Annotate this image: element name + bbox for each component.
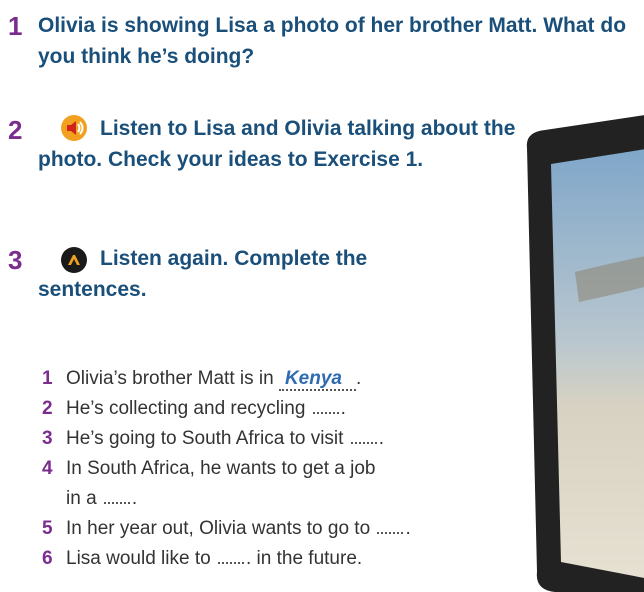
answer-gap[interactable] [217, 548, 244, 564]
answer-gap[interactable] [312, 398, 339, 414]
item-punct: . [131, 488, 138, 509]
exercise-1-number: 1 [8, 11, 23, 41]
exercise-2-number: 2 [8, 115, 23, 145]
item-punct: . [340, 398, 346, 419]
list-item: 2 He’s collecting and recycling . [42, 394, 482, 424]
answer-gap[interactable] [350, 428, 377, 444]
list-item: 5 In her year out, Olivia wants to go to … [42, 514, 482, 544]
exercise-2-prompt: Listen to Lisa and Olivia talking about … [38, 117, 516, 171]
item-number: 6 [42, 548, 53, 569]
item-punct: . [355, 368, 362, 389]
exercise-3-number: 3 [8, 245, 23, 275]
item-text: He’s collecting and recycling [66, 398, 306, 419]
list-item: 1 Olivia’s brother Matt is in Kenya. [42, 364, 482, 394]
item-number: 5 [42, 518, 53, 539]
item-text: In South Africa, he wants to get a job [66, 458, 376, 479]
list-item: 6 Lisa would like to . in the future. [42, 544, 482, 574]
exercise-3-prompt: Listen again. Complete the sentences. [38, 247, 368, 301]
list-item: 3 He’s going to South Africa to visit . [42, 424, 482, 454]
item-number: 1 [42, 368, 53, 389]
answer-gap[interactable] [103, 488, 130, 504]
item-punct: . [378, 428, 384, 449]
item-number: 4 [42, 458, 53, 479]
item-text-line2: in a [66, 488, 97, 509]
item-text: Olivia’s brother Matt is in [66, 368, 274, 389]
answer-gap[interactable] [377, 518, 404, 534]
list-item: 4 In South Africa, he wants to get a job … [42, 454, 482, 514]
item-text: Lisa would like to [66, 548, 211, 569]
sentence-list: 1 Olivia’s brother Matt is in Kenya. 2 He’… [42, 364, 482, 574]
item-punct: . [405, 518, 411, 539]
item-number: 2 [42, 398, 53, 419]
answer-text[interactable]: Kenya [278, 368, 356, 391]
item-number: 3 [42, 428, 53, 449]
exercise-1-prompt: Olivia is showing Lisa a photo of her br… [38, 14, 627, 68]
tablet-photo [526, 115, 644, 592]
item-punct: . in the future. [245, 548, 363, 569]
item-text: He’s going to South Africa to visit [66, 428, 344, 449]
item-text: In her year out, Olivia wants to go to [66, 518, 371, 539]
